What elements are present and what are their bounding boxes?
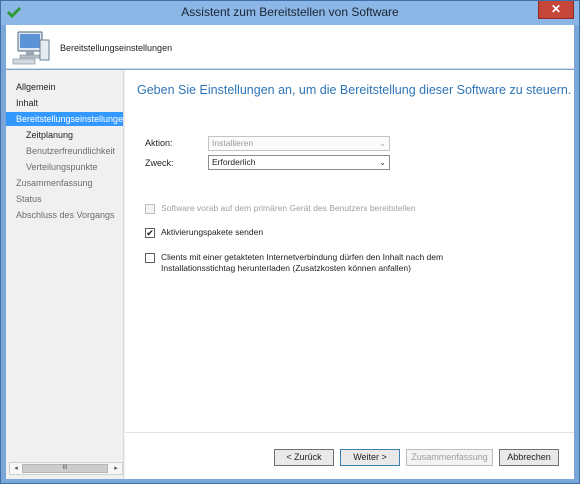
aktion-label: Aktion: [145,138,173,148]
zweck-value: Erforderlich [212,157,256,167]
chevron-down-icon: ⌄ [379,139,386,148]
nav-item-verteilungspunkte[interactable]: Verteilungspunkte [26,160,98,174]
wizard-nav: Allgemein Inhalt Bereitstellungseinstell… [6,70,124,479]
nav-item-bereitstellungseinstellungen[interactable]: Bereitstellungseinstellungen [6,112,123,126]
aktion-value: Installieren [212,138,254,148]
getaktet-checkbox-label-line2[interactable]: Installationsstichtag herunterladen (Zus… [161,263,411,274]
vorab-checkbox-label: Software vorab auf dem primären Gerät de… [161,203,416,213]
nav-item-inhalt[interactable]: Inhalt [16,96,38,110]
title-bar[interactable]: Assistent zum Bereitstellen von Software… [1,1,579,25]
computer-icon [12,31,50,65]
aktion-select: Installieren ⌄ [208,136,390,151]
summary-button: Zusammenfassung [406,449,493,466]
zweck-select[interactable]: Erforderlich ⌄ [208,155,390,170]
wizard-body: Allgemein Inhalt Bereitstellungseinstell… [6,70,574,479]
sidebar-horizontal-scrollbar[interactable]: ◂ III ▸ [9,462,123,475]
zweck-label: Zweck: [145,158,174,168]
scroll-left-icon[interactable]: ◂ [10,463,22,474]
chevron-down-icon[interactable]: ⌄ [379,156,386,169]
nav-item-benutzerfreundlichkeit[interactable]: Benutzerfreundlichkeit [26,144,115,158]
window-title: Assistent zum Bereitstellen von Software [181,5,399,19]
close-button[interactable]: ✕ [538,1,574,19]
nav-item-allgemein[interactable]: Allgemein [16,80,56,94]
nav-item-zeitplanung[interactable]: Zeitplanung [26,128,73,142]
page-title: Bereitstellungseinstellungen [60,43,173,53]
content-heading: Geben Sie Einstellungen an, um die Berei… [137,83,572,97]
wizard-header: Bereitstellungseinstellungen [6,25,574,69]
next-button[interactable]: Weiter > [340,449,400,466]
aktivierung-checkbox[interactable]: ✔ [145,228,155,238]
footer-divider [125,432,574,433]
cancel-button[interactable]: Abbrechen [499,449,559,466]
back-button[interactable]: < Zurück [274,449,334,466]
getaktet-checkbox-label-line1[interactable]: Clients mit einer getakteten Internetver… [161,252,443,263]
content-panel: Geben Sie Einstellungen an, um die Berei… [125,70,574,479]
scroll-right-icon[interactable]: ▸ [110,463,122,474]
vorab-checkbox [145,204,155,214]
nav-item-abschluss[interactable]: Abschluss des Vorgangs [16,208,115,222]
aktivierung-checkbox-label[interactable]: Aktivierungspakete senden [161,227,263,238]
nav-item-zusammenfassung[interactable]: Zusammenfassung [16,176,93,190]
wizard-window: Assistent zum Bereitstellen von Software… [0,0,580,484]
getaktet-checkbox[interactable] [145,253,155,263]
nav-item-status[interactable]: Status [16,192,42,206]
scroll-thumb[interactable]: III [22,464,108,473]
